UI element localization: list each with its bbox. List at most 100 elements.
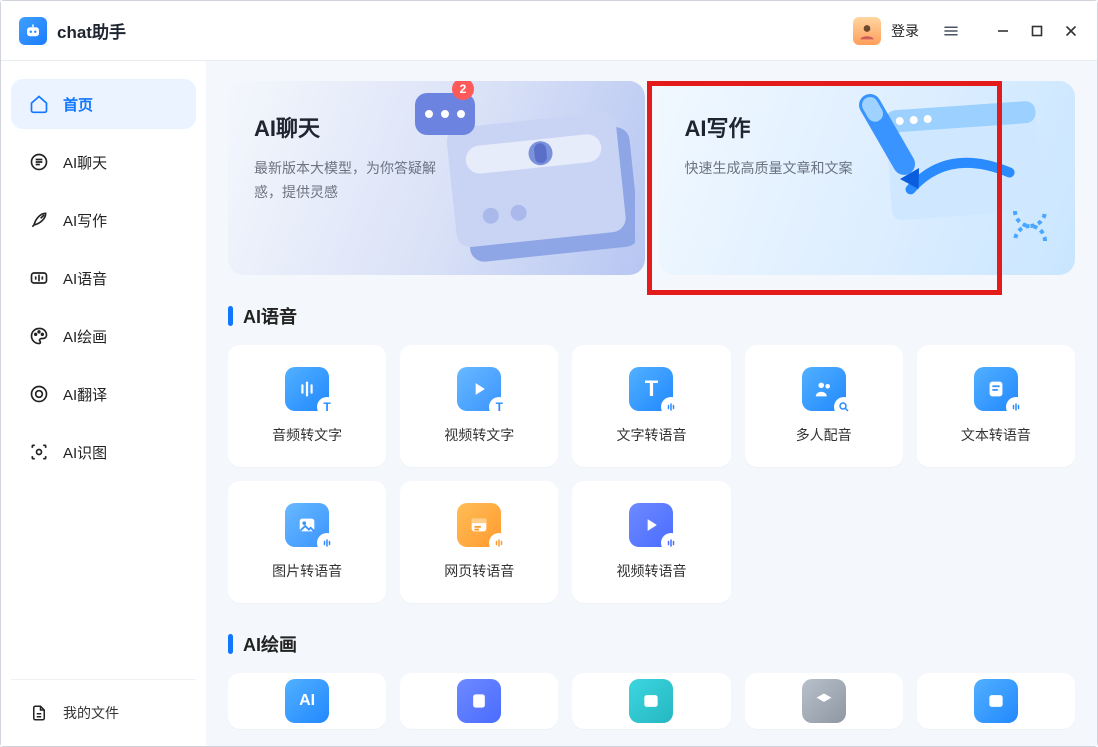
file-icon: [29, 703, 49, 723]
hero-card-write[interactable]: AI写作 快速生成高质量文章和文案: [659, 81, 1076, 275]
menu-button[interactable]: [937, 17, 965, 45]
sidebar-footer: 我的文件: [11, 679, 196, 734]
sidebar-item-label: AI聊天: [63, 152, 107, 173]
feature-label: 视频转语音: [616, 561, 686, 581]
hero-chat-subtitle: 最新版本大模型，为你答疑解惑，提供灵感: [254, 157, 454, 205]
hero-chat-badge: 2: [459, 82, 466, 96]
feature-icon-waveform: T: [285, 367, 329, 411]
hero-write-subtitle: 快速生成高质量文章和文案: [685, 157, 885, 181]
app-logo-icon: [19, 17, 47, 45]
titlebar-right: 登录: [853, 17, 1087, 45]
feature-icon-play: [629, 503, 673, 547]
hero-chat-title: AI聊天: [254, 111, 619, 143]
app-title: chat助手: [57, 18, 126, 43]
feature-label: 图片转语音: [272, 561, 342, 581]
content-area[interactable]: AI聊天 最新版本大模型，为你答疑解惑，提供灵感: [206, 61, 1097, 746]
window-controls: [987, 17, 1087, 45]
badge-wave-icon: [661, 533, 681, 553]
feature-image-to-speech[interactable]: 图片转语音: [228, 481, 386, 603]
hero-row: AI聊天 最新版本大模型，为你答疑解惑，提供灵感: [228, 81, 1075, 275]
window-maximize-button[interactable]: [1021, 17, 1053, 45]
feature-doc-to-speech[interactable]: 文本转语音: [917, 345, 1075, 467]
feature-paint-4[interactable]: [745, 673, 903, 729]
sidebar-item-myfiles[interactable]: 我的文件: [11, 692, 196, 734]
feature-paint-3[interactable]: [572, 673, 730, 729]
palette-icon: [29, 326, 49, 346]
feature-icon-doc: [974, 367, 1018, 411]
avatar-icon: [853, 17, 881, 45]
sidebar-item-home[interactable]: 首页: [11, 79, 196, 129]
feature-video-to-text[interactable]: T 视频转文字: [400, 345, 558, 467]
section-voice: AI语音 T 音频转文字 T: [228, 303, 1075, 603]
translate-icon: [29, 384, 49, 404]
window-close-button[interactable]: [1055, 17, 1087, 45]
section-voice-title: AI语音: [243, 303, 297, 329]
hero-write-title: AI写作: [685, 111, 1050, 143]
sidebar-nav: 首页 AI聊天 AI写作: [11, 79, 196, 477]
hero-card-chat[interactable]: AI聊天 最新版本大模型，为你答疑解惑，提供灵感: [228, 81, 645, 275]
main-body: 首页 AI聊天 AI写作: [1, 61, 1097, 746]
feature-label: 多人配音: [796, 425, 852, 445]
chat-icon: [29, 152, 49, 172]
feature-icon-people: [802, 367, 846, 411]
sidebar-item-label: AI写作: [63, 210, 107, 231]
feature-icon-ai: AI: [285, 679, 329, 723]
badge-wave-icon: [317, 533, 337, 553]
badge-wave-icon: [489, 533, 509, 553]
home-icon: [29, 94, 49, 114]
feature-icon-layers: [802, 679, 846, 723]
feature-paint-2[interactable]: [400, 673, 558, 729]
feature-text-to-speech[interactable]: T 文字转语音: [572, 345, 730, 467]
sidebar: 首页 AI聊天 AI写作: [1, 61, 206, 746]
feature-audio-to-text[interactable]: T 音频转文字: [228, 345, 386, 467]
section-paint-title: AI绘画: [243, 631, 297, 657]
quill-icon: [29, 210, 49, 230]
sidebar-item-label: AI语音: [63, 268, 107, 289]
titlebar: chat助手 登录: [1, 1, 1097, 61]
badge-search-icon: [834, 397, 854, 417]
sidebar-item-voice[interactable]: AI语音: [11, 253, 196, 303]
badge-wave-icon: [661, 397, 681, 417]
sidebar-item-write[interactable]: AI写作: [11, 195, 196, 245]
feature-icon-image: [974, 679, 1018, 723]
badge-t-icon: T: [317, 397, 337, 417]
waveform-icon: [29, 268, 49, 288]
section-paint: AI绘画 AI: [228, 631, 1075, 729]
feature-icon-play: T: [457, 367, 501, 411]
login-button[interactable]: 登录: [853, 17, 919, 45]
feature-icon-t: T: [629, 367, 673, 411]
section-bar-icon: [228, 306, 233, 326]
badge-wave-icon: [1006, 397, 1026, 417]
sidebar-item-label: AI绘画: [63, 326, 107, 347]
section-bar-icon: [228, 634, 233, 654]
feature-web-to-speech[interactable]: 网页转语音: [400, 481, 558, 603]
badge-t-icon: T: [489, 397, 509, 417]
feature-label: 文本转语音: [961, 425, 1031, 445]
sidebar-item-paint[interactable]: AI绘画: [11, 311, 196, 361]
feature-icon-doc: [457, 679, 501, 723]
section-paint-head: AI绘画: [228, 631, 1075, 657]
feature-icon-web: [457, 503, 501, 547]
feature-icon-image: [629, 679, 673, 723]
titlebar-left: chat助手: [19, 17, 126, 45]
sidebar-item-vision[interactable]: AI识图: [11, 427, 196, 477]
feature-label: 视频转文字: [444, 425, 514, 445]
sidebar-item-label: AI翻译: [63, 384, 107, 405]
paint-feature-grid: AI: [228, 673, 1075, 729]
feature-paint-5[interactable]: [917, 673, 1075, 729]
voice-feature-grid: T 音频转文字 T 视频转文字 T: [228, 345, 1075, 603]
sidebar-footer-label: 我的文件: [63, 703, 119, 723]
feature-multi-dub[interactable]: 多人配音: [745, 345, 903, 467]
sidebar-item-label: 首页: [63, 94, 93, 115]
sidebar-item-translate[interactable]: AI翻译: [11, 369, 196, 419]
feature-label: 文字转语音: [616, 425, 686, 445]
feature-icon-image: [285, 503, 329, 547]
feature-video-to-speech[interactable]: 视频转语音: [572, 481, 730, 603]
scan-icon: [29, 442, 49, 462]
section-voice-head: AI语音: [228, 303, 1075, 329]
login-label: 登录: [891, 21, 919, 41]
window-minimize-button[interactable]: [987, 17, 1019, 45]
sidebar-item-chat[interactable]: AI聊天: [11, 137, 196, 187]
feature-paint-1[interactable]: AI: [228, 673, 386, 729]
feature-label: 网页转语音: [444, 561, 514, 581]
